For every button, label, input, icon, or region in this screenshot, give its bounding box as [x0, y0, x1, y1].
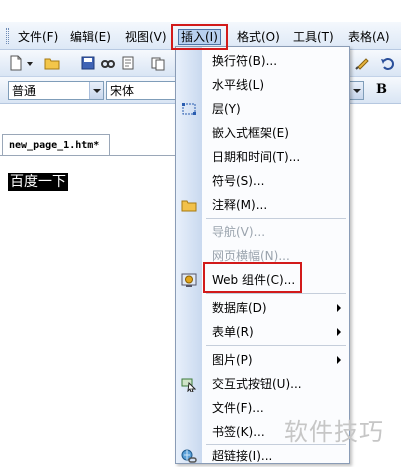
size-select-arrow[interactable] — [349, 81, 364, 100]
menu-item-label: 层(Y) — [212, 102, 241, 116]
open-folder-icon[interactable] — [44, 55, 60, 71]
menu-item-label: 网页横幅(N)... — [212, 249, 290, 263]
menu-item-label: 表单(R) — [212, 325, 254, 339]
selected-text[interactable]: 百度一下 — [8, 173, 68, 191]
tab-new-page[interactable]: new_page_1.htm* — [2, 134, 111, 156]
menu-insert[interactable]: 插入(I) — [178, 29, 221, 45]
menu-item-form[interactable]: 表单(R) — [176, 321, 349, 343]
tab-divider — [0, 155, 180, 156]
style-select[interactable]: 普通 — [8, 81, 104, 100]
watermark-text: 软件技巧 — [284, 418, 384, 446]
folder-icon — [181, 200, 197, 212]
style-select-value: 普通 — [12, 84, 37, 98]
layer-icon — [182, 103, 196, 115]
save-icon[interactable] — [80, 55, 96, 71]
menu-item-web-component[interactable]: Web 组件(C)... — [176, 269, 349, 291]
menu-separator — [206, 293, 346, 294]
web-component-icon — [181, 273, 197, 287]
menu-item-label: 水平线(L) — [212, 78, 265, 92]
menu-item-label: 交互式按钮(U)... — [212, 377, 302, 391]
menu-item-database[interactable]: 数据库(D) — [176, 297, 349, 319]
menu-item-picture[interactable]: 图片(P) — [176, 349, 349, 371]
menu-format[interactable]: 格式(O) — [237, 29, 280, 45]
find-icon[interactable] — [100, 55, 116, 71]
menu-item-label: 超链接(I)... — [212, 449, 273, 463]
undo-icon[interactable] — [380, 55, 396, 71]
menu-file[interactable]: 文件(F) — [18, 29, 58, 45]
menu-separator — [206, 218, 346, 219]
menu-separator — [206, 345, 346, 346]
menu-item-label: 日期和时间(T)... — [212, 150, 301, 164]
copy-icon[interactable] — [150, 55, 166, 71]
menu-item-comment[interactable]: 注释(M)... — [176, 194, 349, 216]
menu-item-symbol[interactable]: 符号(S)... — [176, 170, 349, 192]
menubar-grip[interactable] — [6, 28, 9, 44]
menu-item-label: 书签(K)... — [212, 425, 265, 439]
format-painter-icon[interactable] — [354, 55, 370, 71]
font-select[interactable]: 宋体 — [106, 81, 178, 100]
menu-item-page-banner: 网页横幅(N)... — [176, 245, 349, 267]
menu-item-label: 图片(P) — [212, 353, 253, 367]
menu-tools[interactable]: 工具(T) — [293, 29, 334, 45]
chevron-down-icon[interactable] — [349, 82, 363, 99]
submenu-arrow-icon — [337, 356, 341, 364]
new-dropdown-icon[interactable] — [26, 55, 34, 71]
menu-item-label: 导航(V)... — [212, 225, 266, 239]
menu-item-label: Web 组件(C)... — [212, 273, 296, 287]
menu-item-label: 注释(M)... — [212, 198, 268, 212]
menu-item-label: 符号(S)... — [212, 174, 265, 188]
menu-item-navigation: 导航(V)... — [176, 221, 349, 243]
menu-item-horizontal-line[interactable]: 水平线(L) — [176, 74, 349, 96]
menu-item-layer[interactable]: 层(Y) — [176, 98, 349, 120]
menu-item-label: 文件(F)... — [212, 401, 264, 415]
hyperlink-icon — [181, 449, 197, 463]
font-select-value: 宋体 — [110, 84, 135, 98]
menu-item-line-break[interactable]: 换行符(B)... — [176, 50, 349, 72]
new-page-icon[interactable] — [8, 55, 24, 71]
menu-item-label: 数据库(D) — [212, 301, 267, 315]
insert-menu: 换行符(B)... 水平线(L) 层(Y) 嵌入式框架(E) 日期和时间(T).… — [175, 46, 350, 464]
interactive-button-icon — [181, 378, 197, 392]
submenu-arrow-icon — [337, 304, 341, 312]
submenu-arrow-icon — [337, 328, 341, 336]
menu-view[interactable]: 视图(V) — [125, 29, 167, 45]
bold-button[interactable]: B — [376, 82, 387, 97]
menu-item-interactive-button[interactable]: 交互式按钮(U)... — [176, 373, 349, 395]
print-preview-icon[interactable] — [120, 55, 136, 71]
chevron-down-icon[interactable] — [89, 82, 103, 99]
menu-item-label: 换行符(B)... — [212, 54, 278, 68]
menu-edit[interactable]: 编辑(E) — [70, 29, 111, 45]
menu-table[interactable]: 表格(A) — [348, 29, 390, 45]
menu-item-date-time[interactable]: 日期和时间(T)... — [176, 146, 349, 168]
menu-item-label: 嵌入式框架(E) — [212, 126, 289, 140]
menu-item-inline-frame[interactable]: 嵌入式框架(E) — [176, 122, 349, 144]
